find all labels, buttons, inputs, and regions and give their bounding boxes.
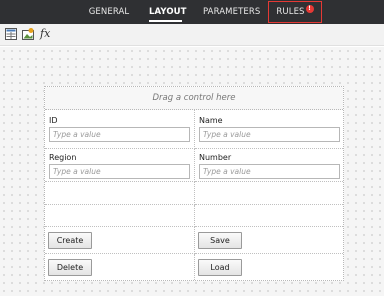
drop-zone[interactable]: Drag a control here	[45, 87, 343, 110]
id-input[interactable]: Type a value	[49, 127, 190, 142]
tab-layout[interactable]: LAYOUT	[149, 0, 186, 24]
tab-parameters[interactable]: PARAMETERS	[203, 0, 260, 24]
form-layout-grid: Drag a control here ID Type a value Name…	[44, 86, 344, 281]
tab-rules-label: RULES	[276, 7, 305, 17]
field-cell-id[interactable]: ID Type a value	[45, 110, 195, 149]
field-cell-number[interactable]: Number Type a value	[195, 149, 343, 182]
button-cell: Load	[195, 254, 343, 280]
top-tab-bar: GENERAL LAYOUT PARAMETERS RULES!	[0, 0, 384, 24]
grid-layout-icon[interactable]	[5, 28, 17, 41]
load-button[interactable]: Load	[198, 259, 242, 276]
field-label-region: Region	[49, 153, 77, 162]
field-cell-name[interactable]: Name Type a value	[195, 110, 343, 149]
number-input[interactable]: Type a value	[199, 164, 340, 179]
tab-rules[interactable]: RULES!	[268, 1, 322, 23]
field-cell-region[interactable]: Region Type a value	[45, 149, 195, 182]
designer-toolbar: fx	[0, 24, 384, 46]
empty-cell[interactable]	[195, 182, 343, 205]
alert-badge-icon: !	[305, 5, 314, 13]
field-label-name: Name	[199, 116, 223, 125]
field-label-number: Number	[199, 153, 232, 162]
create-button[interactable]: Create	[48, 232, 92, 249]
tab-general[interactable]: GENERAL	[88, 0, 130, 24]
empty-cell[interactable]	[45, 205, 195, 227]
formula-icon[interactable]: fx	[40, 27, 50, 40]
empty-cell[interactable]	[45, 182, 195, 205]
add-image-icon[interactable]	[22, 28, 34, 41]
empty-cell[interactable]	[195, 205, 343, 227]
save-button[interactable]: Save	[198, 232, 242, 249]
region-input[interactable]: Type a value	[49, 164, 190, 179]
button-cell: Delete	[45, 254, 195, 280]
delete-button[interactable]: Delete	[48, 259, 92, 276]
button-cell: Create	[45, 227, 195, 254]
name-input[interactable]: Type a value	[199, 127, 340, 142]
field-label-id: ID	[49, 116, 58, 125]
button-cell: Save	[195, 227, 343, 254]
